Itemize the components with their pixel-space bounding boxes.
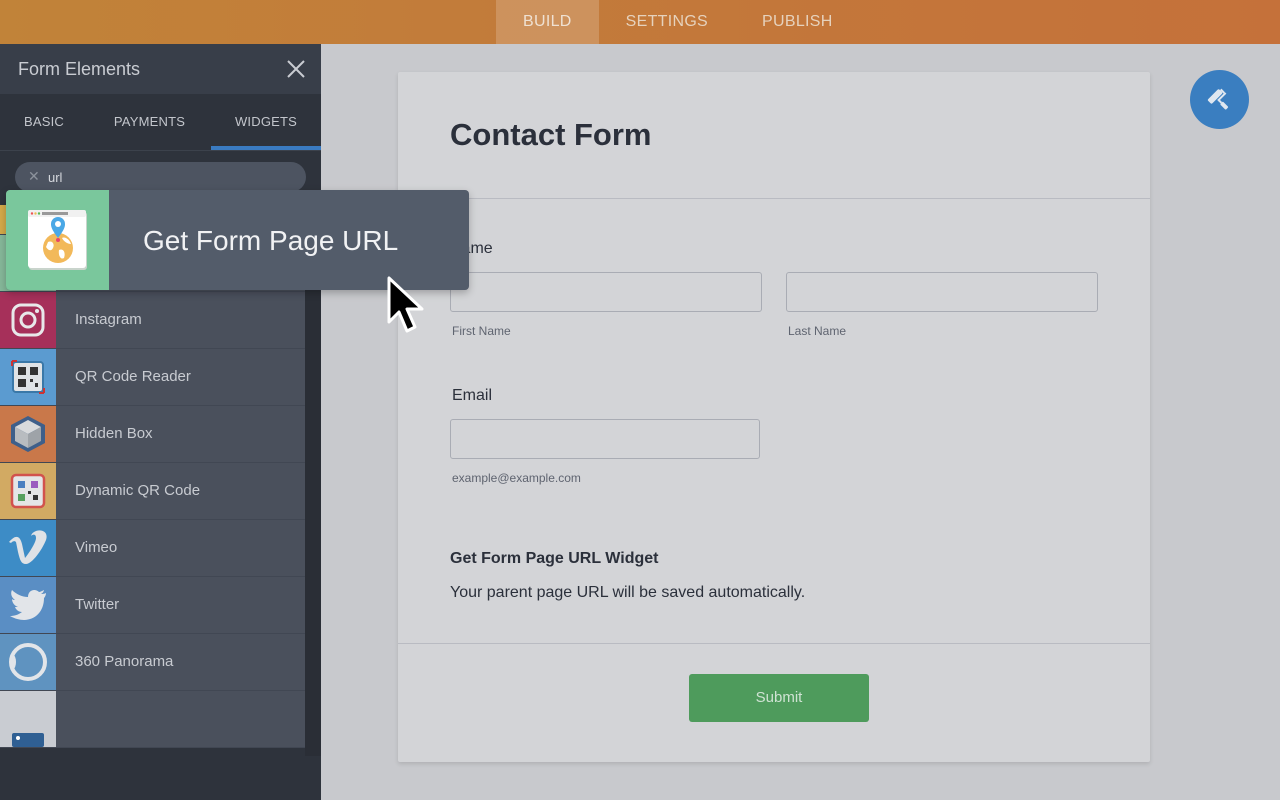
tab-widgets[interactable]: WIDGETS <box>211 94 321 150</box>
tab-build[interactable]: BUILD <box>496 0 599 44</box>
form-designer-button[interactable] <box>1190 70 1249 129</box>
submit-button[interactable]: Submit <box>689 674 869 722</box>
list-item-label: QR Code Reader <box>75 368 191 385</box>
hidden-box-icon <box>0 406 56 462</box>
widget-title: Get Form Page URL Widget <box>450 550 659 567</box>
top-nav: BUILD SETTINGS PUBLISH <box>496 0 860 44</box>
first-name-input[interactable] <box>450 272 762 312</box>
list-item-label: Instagram <box>75 311 142 328</box>
qr-code-reader-icon <box>0 349 56 405</box>
form-title[interactable]: Contact Form <box>450 117 652 153</box>
list-item-label: Vimeo <box>75 539 118 556</box>
panorama-icon <box>0 634 56 690</box>
widget-search: ✕ <box>15 162 306 192</box>
email-input[interactable] <box>450 419 760 459</box>
tab-publish[interactable]: PUBLISH <box>735 0 860 44</box>
list-item[interactable] <box>0 691 305 748</box>
drag-preview-label: Get Form Page URL <box>143 225 399 256</box>
list-item[interactable]: Vimeo <box>0 520 305 577</box>
panel-header: Form Elements <box>0 44 321 94</box>
tab-basic[interactable]: BASIC <box>0 94 88 150</box>
last-name-sublabel: Last Name <box>788 324 847 338</box>
list-item[interactable]: Hidden Box <box>0 406 305 463</box>
search-input[interactable] <box>48 166 288 188</box>
list-item-label: Hidden Box <box>75 425 153 442</box>
email-sublabel: example@example.com <box>452 471 581 485</box>
list-item[interactable]: Instagram <box>0 292 305 349</box>
drag-preview[interactable]: Get Form Page URL <box>6 190 469 290</box>
form-card: Contact Form Name First Name Last Name E… <box>398 72 1150 762</box>
twitter-icon <box>0 577 56 633</box>
widget-description: Your parent page URL will be saved autom… <box>450 584 806 601</box>
first-name-sublabel: First Name <box>452 324 511 338</box>
list-item-label: Dynamic QR Code <box>75 482 201 499</box>
get-form-page-url-icon <box>6 190 109 290</box>
list-item-label: Twitter <box>75 596 120 613</box>
paint-roller-icon <box>1207 88 1228 109</box>
list-item[interactable]: Dynamic QR Code <box>0 463 305 520</box>
panel-title: Form Elements <box>18 59 141 79</box>
list-item-label <box>56 691 75 747</box>
email-label: Email <box>452 387 493 404</box>
divider <box>398 198 1150 199</box>
vimeo-icon <box>0 520 56 576</box>
top-bar: BUILD SETTINGS PUBLISH <box>0 0 1280 44</box>
tab-payments[interactable]: PAYMENTS <box>88 94 211 150</box>
dynamic-qr-code-icon <box>0 463 56 519</box>
widget-icon <box>0 691 56 747</box>
close-icon[interactable] <box>285 58 307 80</box>
panel-tabs: BASIC PAYMENTS WIDGETS <box>0 94 321 151</box>
list-item[interactable]: 360 Panorama <box>0 634 305 691</box>
divider <box>398 643 1150 644</box>
list-item[interactable]: Twitter <box>0 577 305 634</box>
list-item-label: 360 Panorama <box>75 653 174 670</box>
tab-settings[interactable]: SETTINGS <box>599 0 735 44</box>
last-name-input[interactable] <box>786 272 1098 312</box>
clear-icon[interactable]: ✕ <box>28 168 40 185</box>
instagram-icon <box>0 292 56 348</box>
list-item[interactable]: QR Code Reader <box>0 349 305 406</box>
